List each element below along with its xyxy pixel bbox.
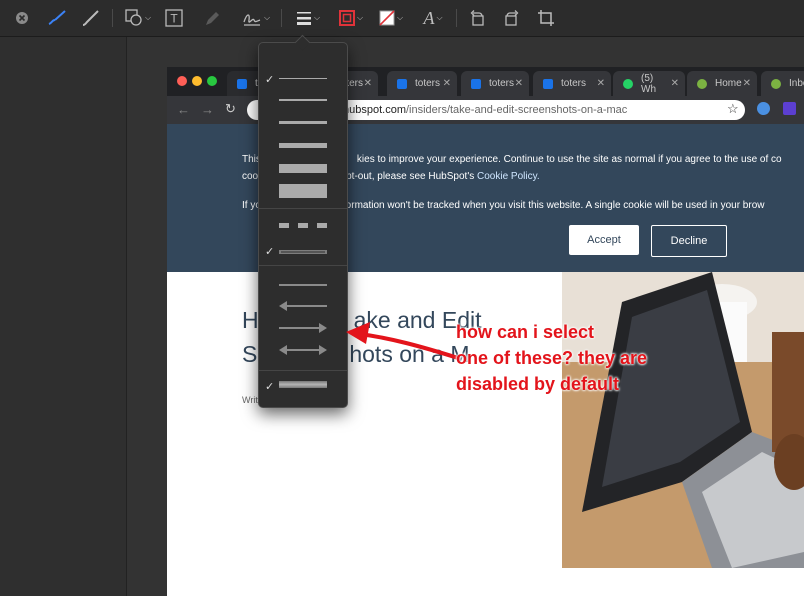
article-byline: Writ <box>242 395 258 405</box>
shadow-line-option[interactable] <box>279 249 327 255</box>
fill-color-icon[interactable]: ⌵ <box>375 7 407 29</box>
font-tool-label: A <box>423 7 435 28</box>
chevron-down-icon: ⌵ <box>144 13 152 22</box>
highlight-icon[interactable] <box>201 7 223 29</box>
window-zoom-dot <box>207 76 217 86</box>
laptop-photo-image <box>562 272 804 568</box>
markup-toolbar: ⌵ T ⌵ ⌵ ⌵ ⌵ A ⌵ <box>0 0 804 37</box>
cookie-policy-link[interactable]: Cookie Policy. <box>477 171 540 182</box>
dashed-line-option[interactable] <box>279 223 327 229</box>
line-weight-option[interactable] <box>279 99 327 101</box>
arrow-left-option[interactable] <box>279 300 327 312</box>
close-icon[interactable] <box>13 7 31 29</box>
text-tool-label: T <box>170 12 178 26</box>
draw-icon[interactable] <box>80 7 102 29</box>
checkmark-icon: ✓ <box>265 246 275 258</box>
sign-icon[interactable]: ⌵ <box>240 7 272 29</box>
reload-icon[interactable]: ↻ <box>225 101 236 117</box>
accept-button[interactable]: Accept <box>569 225 639 255</box>
url-text: hubspot.com/insiders/take-and-edit-scree… <box>343 104 628 116</box>
line-weight-option[interactable] <box>279 164 327 173</box>
line-weight-option[interactable] <box>279 143 327 148</box>
plain-line-option[interactable] <box>279 284 327 286</box>
crop-icon[interactable] <box>535 7 557 29</box>
shapes-icon[interactable]: ⌵ <box>122 7 154 29</box>
browser-tab[interactable]: toters✕ <box>533 71 611 96</box>
border-color-icon[interactable]: ⌵ <box>335 7 367 29</box>
checkmark-icon: ✓ <box>265 381 275 393</box>
line-weight-option[interactable] <box>279 184 327 198</box>
browser-tab[interactable]: toters✕ <box>461 71 529 96</box>
line-style-icon[interactable]: ⌵ <box>292 7 324 29</box>
canvas-left-margin <box>0 37 127 596</box>
browser-tab[interactable]: Home ✕ <box>687 71 757 96</box>
sketch-icon[interactable] <box>46 7 68 29</box>
text-icon[interactable]: T <box>163 7 185 29</box>
annotation-arrow <box>346 322 460 360</box>
browser-tab[interactable]: toters✕ <box>387 71 457 96</box>
back-arrow-icon[interactable]: ← <box>177 102 190 117</box>
extension-icon[interactable] <box>783 102 796 115</box>
line-weight-option[interactable] <box>279 121 327 124</box>
rotate-left-icon[interactable] <box>467 7 489 29</box>
forward-arrow-icon[interactable]: → <box>201 102 214 117</box>
rotate-right-icon[interactable] <box>500 7 522 29</box>
extension-icon[interactable] <box>757 102 770 115</box>
arrow-right-option[interactable] <box>279 322 327 334</box>
shadow-style-option[interactable] <box>279 381 327 388</box>
hero-photo <box>562 272 804 568</box>
tab-favicon-icon <box>237 78 247 89</box>
window-close-dot <box>177 76 187 86</box>
decline-button[interactable]: Decline <box>651 225 727 257</box>
font-icon[interactable]: A ⌵ <box>418 7 448 29</box>
checkmark-icon: ✓ <box>265 74 275 86</box>
annotation-text: how can i select one of these? they are … <box>456 322 648 394</box>
browser-tab[interactable]: Inbo <box>761 71 804 96</box>
bookmark-star-icon[interactable]: ☆ <box>727 101 739 117</box>
arrow-both-option[interactable] <box>279 344 327 356</box>
window-minimize-dot <box>192 76 202 86</box>
browser-tab[interactable]: (5) Wh ✕ <box>613 71 685 96</box>
line-weight-option[interactable] <box>279 78 327 79</box>
